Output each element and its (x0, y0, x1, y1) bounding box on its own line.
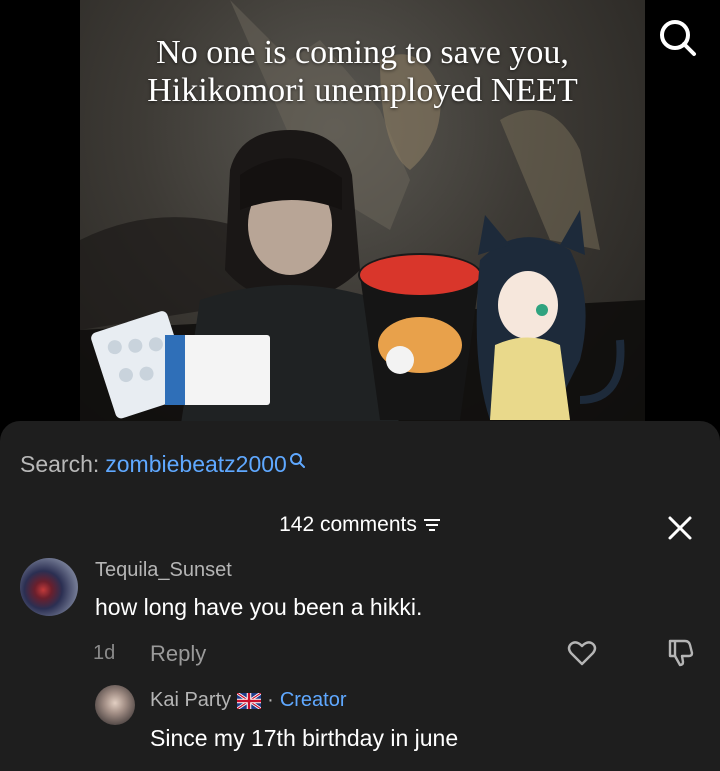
search-suggestion[interactable]: Search: zombiebeatz2000 (20, 451, 305, 478)
comments-sheet: Search: zombiebeatz2000 142 comments Teq… (0, 421, 720, 771)
avatar[interactable] (95, 685, 135, 725)
reply-button[interactable]: Reply (150, 641, 206, 667)
search-term-link[interactable]: zombiebeatz2000 (105, 451, 287, 478)
reply-header: Kai Party · Creator (150, 689, 347, 712)
comments-count: 142 comments (279, 513, 417, 536)
search-icon (289, 452, 305, 468)
video-player[interactable]: No one is coming to save you, Hikikomori… (0, 0, 720, 430)
avatar[interactable] (20, 558, 78, 616)
comment-text: how long have you been a hikki. (95, 594, 423, 620)
close-icon[interactable] (665, 513, 695, 543)
reply-username[interactable]: Kai Party (150, 689, 231, 712)
reply-text: Since my 17th birthday in june (150, 725, 459, 751)
comment-timestamp: 1d (93, 642, 116, 664)
uk-flag-icon (237, 692, 262, 709)
creator-badge: Creator (279, 689, 347, 711)
video-caption: No one is coming to save you, Hikikomori… (80, 34, 645, 110)
filter-icon[interactable] (423, 517, 441, 533)
comment-username[interactable]: Tequila_Sunset (95, 559, 232, 582)
caption-line-2: Hikikomori unemployed NEET (147, 72, 578, 109)
comments-header: 142 comments (0, 513, 720, 537)
dislike-icon[interactable] (665, 636, 697, 668)
separator-dot: · (267, 689, 274, 711)
search-icon[interactable] (656, 16, 700, 60)
caption-line-1: No one is coming to save you, (156, 34, 569, 71)
heart-icon[interactable] (567, 639, 597, 667)
search-prefix: Search: (20, 451, 100, 477)
